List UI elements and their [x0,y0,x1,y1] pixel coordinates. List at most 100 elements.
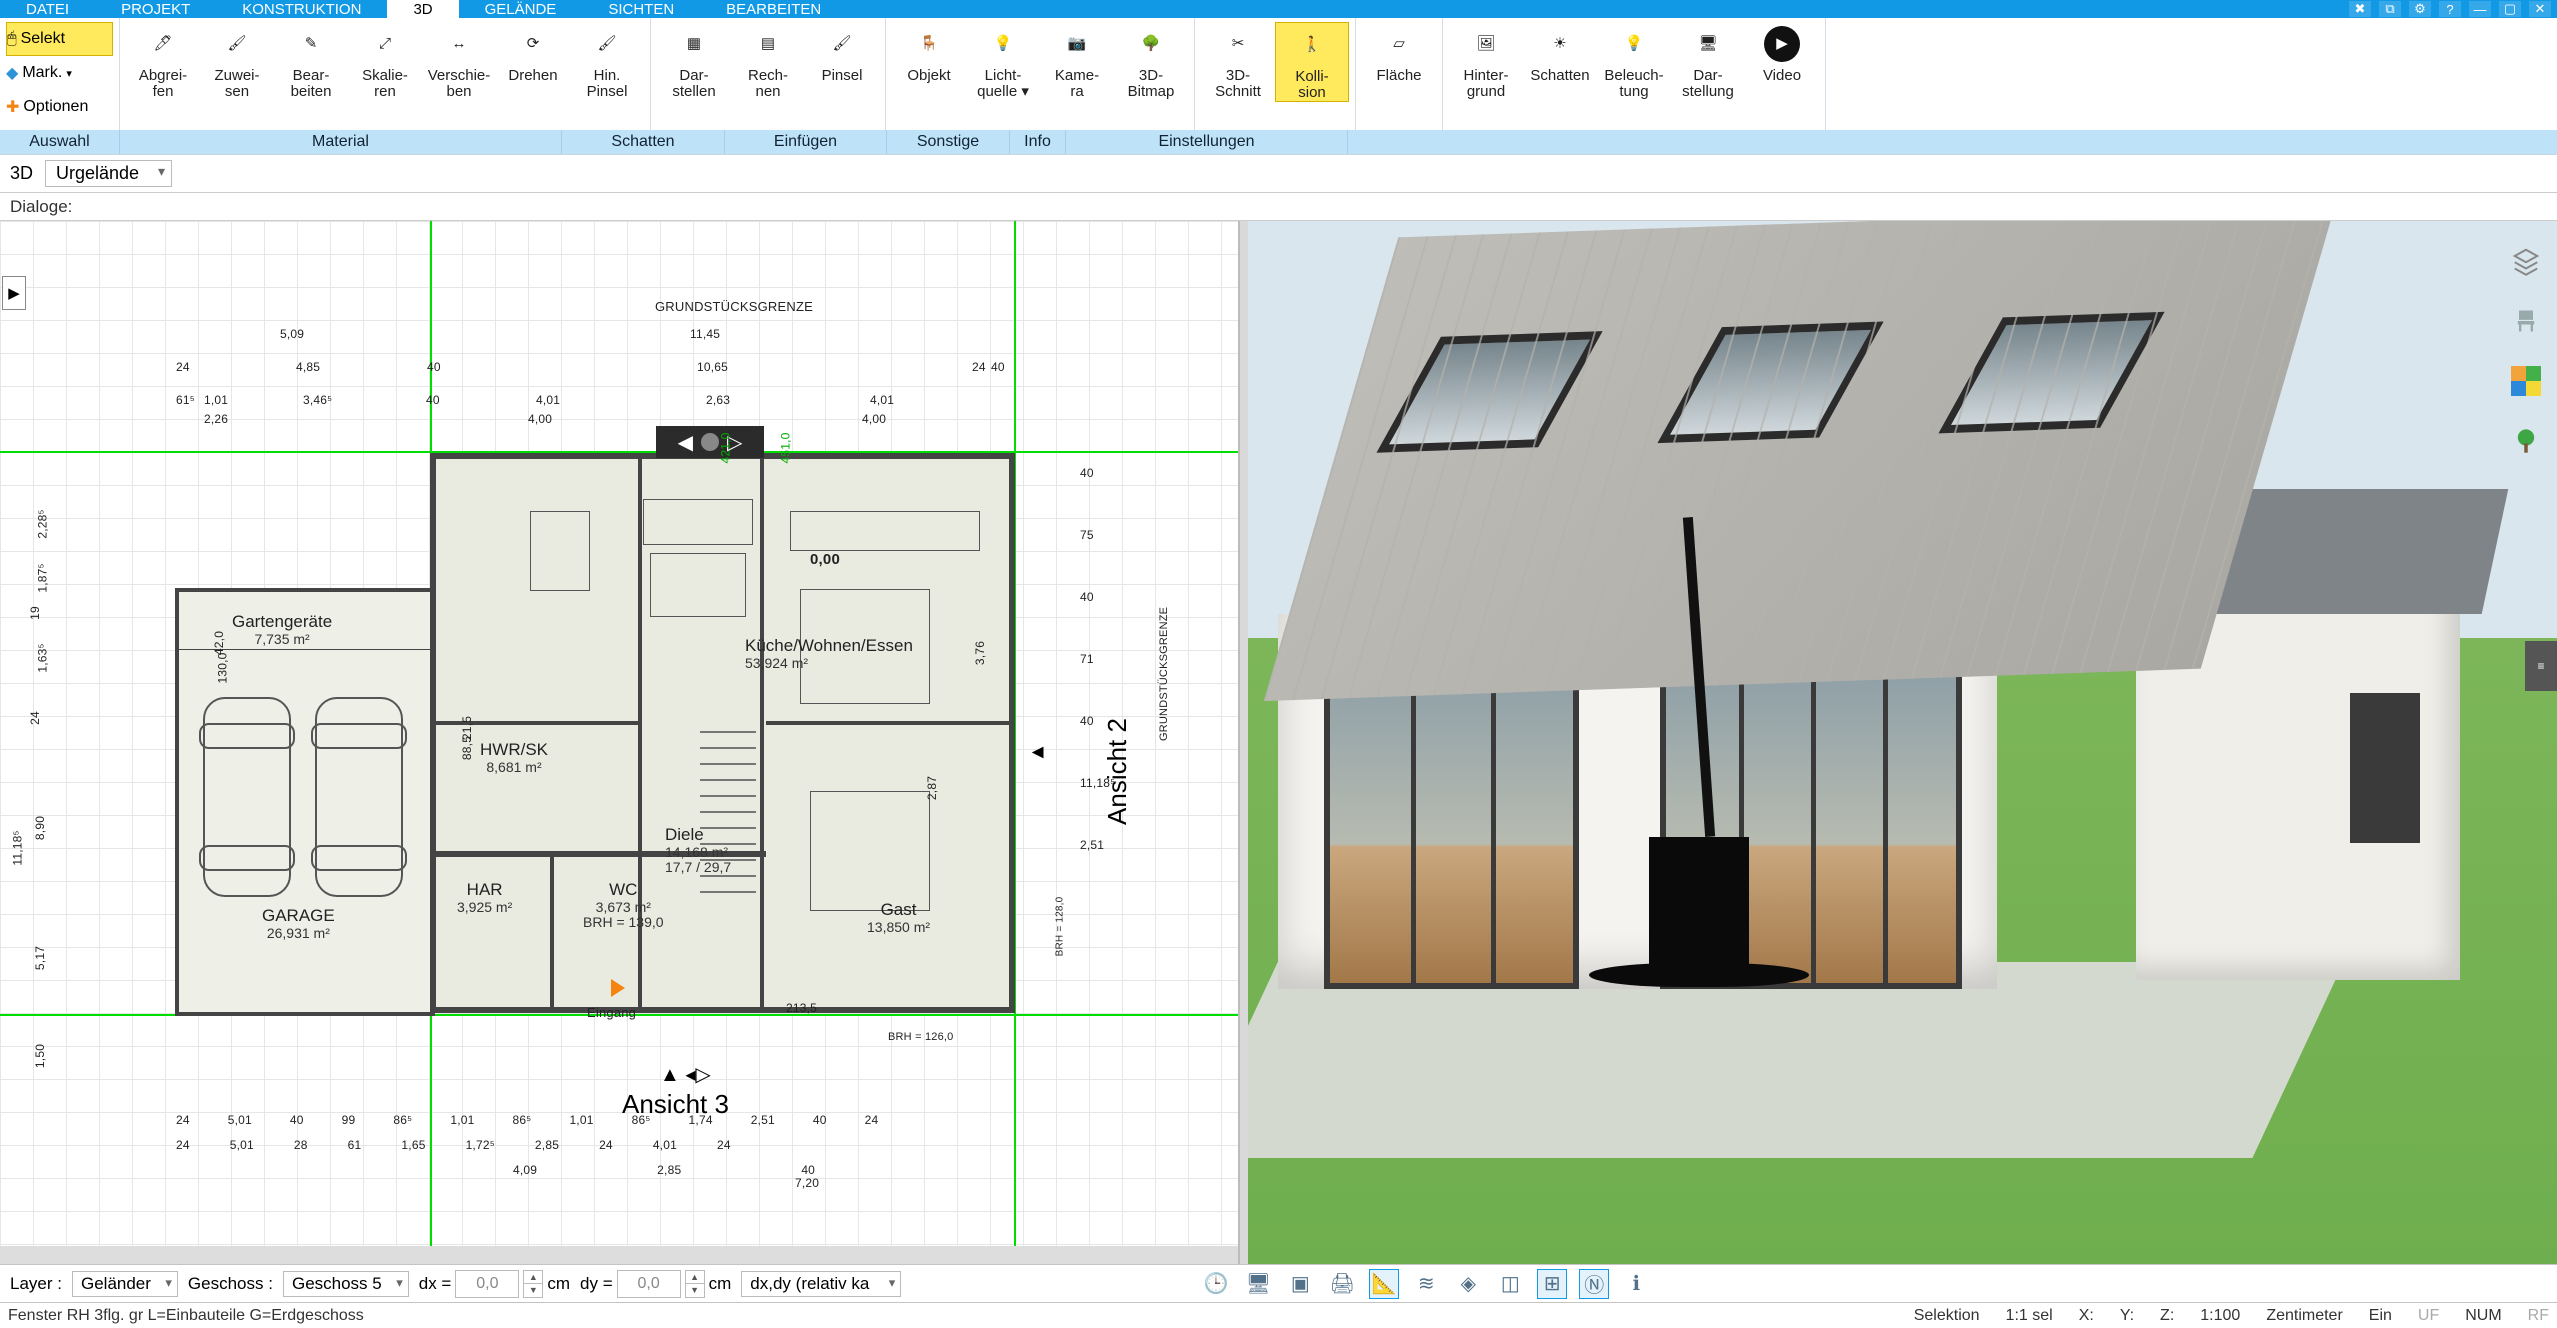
north-icon[interactable]: Ⓝ [1579,1269,1609,1299]
ribbon-g-material-5[interactable]: ⟳Drehen [496,22,570,100]
ribbon-g-einfuegen-2[interactable]: 📷Kame-ra [1040,22,1114,100]
main-area: ▶ GRUNDSTÜCKSGRENZE GRUNDSTÜCKSGRENZE 5,… [0,221,2557,1264]
ribbon-g-einst-1[interactable]: ☀Schatten [1523,22,1597,100]
h-scrollbar[interactable] [0,1246,1238,1264]
layers-icon[interactable] [2508,243,2544,279]
status-left: Fenster RH 3flg. gr L=Einbauteile G=Erdg… [8,1307,364,1325]
view-3d-pane[interactable]: ≡ [1248,221,2557,1264]
label-wc: WC3,673 m²BRH = 139,0 [583,881,664,930]
boundary-right-label: GRUNDSTÜCKSGRENZE [1158,607,1170,741]
maximize-icon[interactable]: ▢ [2499,1,2521,17]
restore-icon[interactable]: ⧉ [2379,1,2401,17]
ribbon-g-sonstige-1[interactable]: 🚶Kolli-sion [1275,22,1349,102]
car-1 [203,697,291,897]
cube-icon[interactable]: ▣ [1285,1269,1315,1299]
dialoge-bar: Dialoge: [0,193,2557,221]
ribbon-g-sonstige-0[interactable]: ✂3D-Schnitt [1201,22,1275,100]
menu-projekt[interactable]: PROJEKT [95,0,216,18]
ribbon-group-einfuegen: 🪑Objekt 💡Licht-quelle ▾📷Kame-ra🌳3D-Bitma… [886,18,1195,130]
layer-combo[interactable]: Geländer [72,1271,178,1297]
settings-icon[interactable]: ⚙ [2409,1,2431,17]
menu-3d[interactable]: 3D [387,0,458,18]
panel-expander[interactable]: ▶ [2,276,26,310]
menu-sichten[interactable]: SICHTEN [582,0,700,18]
view2-arrow: ▲ [1026,743,1049,763]
minimize-icon[interactable]: — [2469,1,2491,17]
status-bar: Fenster RH 3flg. gr L=Einbauteile G=Erdg… [0,1302,2557,1328]
entry [611,979,625,997]
print-icon[interactable]: 🖨 [1327,1269,1357,1299]
help-icon[interactable]: ? [2439,1,2461,17]
geschoss-combo[interactable]: Geschoss 5 [283,1271,409,1297]
mark-button[interactable]: ◆Mark.▾ [6,56,113,90]
ribbon-group-auswahl: 🖱Selekt ◆Mark.▾ ✚Optionen [0,18,120,130]
ribbon-g-material-1[interactable]: 🖌Zuwei-sen [200,22,274,100]
splitter[interactable] [1240,221,1248,1264]
ribbon-group-sonstige: ✂3D-Schnitt🚶Kolli-sion [1195,18,1356,130]
ribbon-g-schatten-0[interactable]: ▦Dar-stellen [657,22,731,100]
menu-bearbeiten[interactable]: BEARBEITEN [700,0,847,18]
ribbon-g-einfuegen-1[interactable]: 💡Licht-quelle ▾ [966,22,1040,100]
house-3d [1278,221,2437,1114]
colors-icon[interactable] [2508,363,2544,399]
ribbon-g-schatten-2[interactable]: 🖌Pinsel [805,22,879,100]
dy-stepper[interactable]: ▲▼ [685,1270,705,1298]
ribbon-g-einst-0[interactable]: 🖼Hinter-grund [1449,22,1523,100]
chair-icon[interactable] [2508,303,2544,339]
plan-2d-pane[interactable]: ▶ GRUNDSTÜCKSGRENZE GRUNDSTÜCKSGRENZE 5,… [0,221,1240,1264]
label-gast: Gast13,850 m² [867,901,930,935]
mode-label: 3D [10,163,33,184]
label-har: HAR3,925 m² [457,881,512,915]
label-garten: Gartengeräte7,735 m² [232,613,332,647]
label-kueche: Küche/Wohnen/Essen53,924 m² [745,637,913,671]
context-bar: 3D Urgelände [0,155,2557,193]
bottom-toolbar: Layer : Geländer Geschoss : Geschoss 5 d… [0,1264,2557,1302]
ribbon-g-material-0[interactable]: 🖊Abgrei-fen [126,22,200,100]
car-2 [315,697,403,897]
class-selector[interactable]: Urgelände [45,160,172,187]
plane-icon[interactable]: ◈ [1453,1269,1483,1299]
ribbon-g-material-6[interactable]: 🖌Hin.Pinsel [570,22,644,100]
ribbon-g-einst-4[interactable]: ▶Video [1745,22,1819,100]
label-hwr: HWR/SK8,681 m² [480,741,548,775]
dx-stepper[interactable]: ▲▼ [523,1270,543,1298]
measure-icon[interactable]: 📐 [1369,1269,1399,1299]
ribbon-g-einfuegen-3[interactable]: 🌳3D-Bitmap [1114,22,1188,100]
view-tools-dock [2505,243,2547,459]
ribbon-g-material-2[interactable]: ✎Bear-beiten [274,22,348,100]
info-icon[interactable]: ℹ [1621,1269,1651,1299]
monitor-icon[interactable]: 🖥 [1243,1269,1273,1299]
tree-icon[interactable] [2508,423,2544,459]
ribbon: 🖱Selekt ◆Mark.▾ ✚Optionen 🖊Abgrei-fen🖌Zu… [0,18,2557,155]
view-options: 🕒 🖥 ▣ 🖨 📐 ≋ ◈ ◫ ⊞ Ⓝ ℹ [1201,1269,1651,1299]
panel-handle[interactable]: ≡ [2525,641,2557,691]
dx-input[interactable] [455,1270,519,1298]
main-menu-bar: DATEI PROJEKT KONSTRUKTION 3D GELÄNDE SI… [0,0,2557,18]
menu-gelaende[interactable]: GELÄNDE [459,0,583,18]
ribbon-g-einst-3[interactable]: 🖥Dar-stellung [1671,22,1745,100]
menu-konstruktion[interactable]: KONSTRUKTION [216,0,387,18]
ribbon-g-einst-2[interactable]: 💡Beleuch-tung [1597,22,1671,100]
tools-icon[interactable]: ✖ [2349,1,2371,17]
coordmode-combo[interactable]: dx,dy (relativ ka [741,1271,901,1297]
ribbon-group-labels: Auswahl Material Schatten Einfügen Sonst… [0,130,2557,154]
optionen-button[interactable]: ✚Optionen [6,90,113,124]
dialoge-label: Dialoge: [10,197,72,217]
window-controls: ✖ ⧉ ⚙ ? — ▢ ✕ [2349,0,2557,18]
dy-input[interactable] [617,1270,681,1298]
layer-label: Layer : [10,1274,62,1294]
layers-toggle-icon[interactable]: ≋ [1411,1269,1441,1299]
stove-object[interactable] [1649,837,1749,967]
clock-icon[interactable]: 🕒 [1201,1269,1231,1299]
ribbon-g-info-0[interactable]: ▱Fläche [1362,22,1436,100]
ribbon-g-schatten-1[interactable]: ▤Rech-nen [731,22,805,100]
close-icon[interactable]: ✕ [2529,1,2551,17]
ribbon-g-material-3[interactable]: ⤢Skalie-ren [348,22,422,100]
perspective-icon[interactable]: ◫ [1495,1269,1525,1299]
ribbon-g-material-4[interactable]: ↔Verschie-ben [422,22,496,100]
grid-icon[interactable]: ⊞ [1537,1269,1567,1299]
ribbon-g-einfuegen-0[interactable]: 🪑Objekt [892,22,966,100]
selekt-button[interactable]: 🖱Selekt [6,22,113,56]
menu-datei[interactable]: DATEI [0,0,95,18]
ribbon-group-info: ▱Fläche [1356,18,1443,130]
